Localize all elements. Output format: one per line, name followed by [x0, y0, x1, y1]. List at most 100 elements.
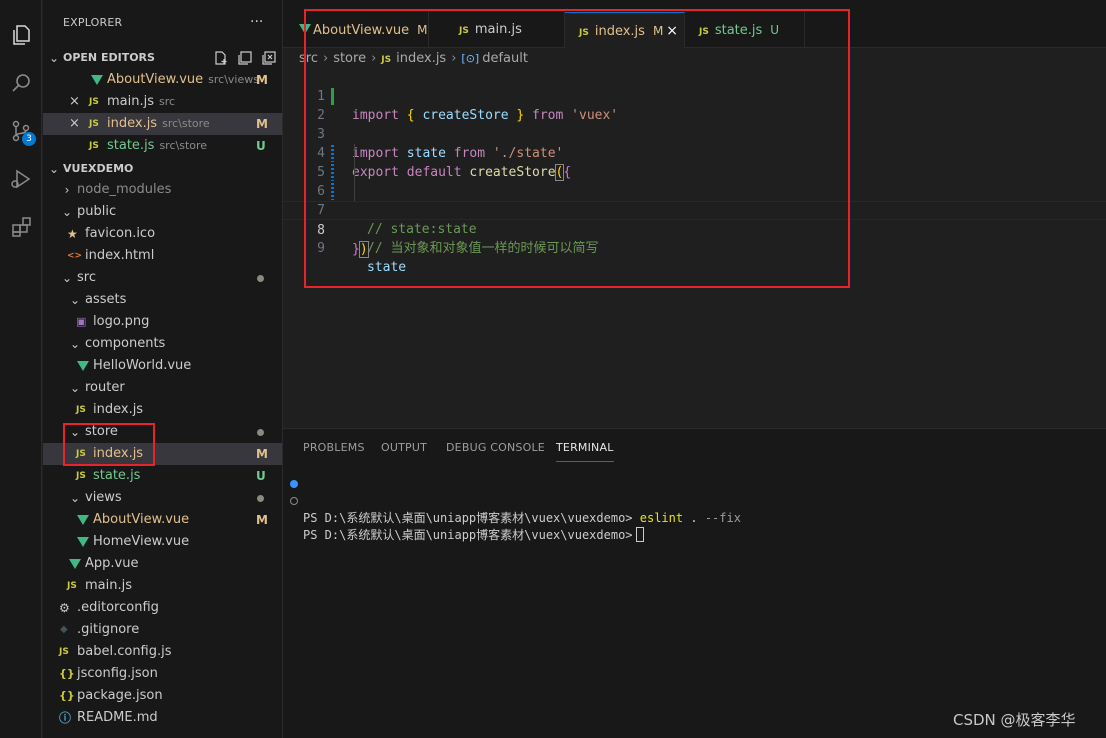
- more-actions-icon[interactable]: ···: [250, 12, 263, 32]
- chevron-down-icon: ⌄: [69, 491, 81, 505]
- folder-views[interactable]: ⌄ views: [43, 487, 282, 509]
- new-file-icon[interactable]: [213, 50, 229, 66]
- source-control-badge: 3: [22, 132, 36, 146]
- open-editor-item-active[interactable]: × JS index.js src\store M: [43, 113, 282, 135]
- vue-file-icon: [77, 515, 89, 525]
- file-store-state-js[interactable]: JS state.js U: [43, 465, 282, 487]
- terminal-prompt: PS D:\系统默认\桌面\uniapp博客素材\vuex\vuexdemo>: [303, 528, 633, 542]
- file-babel-config[interactable]: JS babel.config.js: [43, 641, 282, 663]
- tree-label: components: [85, 336, 166, 351]
- tree-label: views: [85, 490, 122, 505]
- file-main-js[interactable]: JS main.js: [43, 575, 282, 597]
- file-homeview-vue[interactable]: HomeView.vue: [43, 531, 282, 553]
- open-editor-label: AboutView.vue: [107, 72, 204, 87]
- open-editor-item[interactable]: JS state.js src\store U: [43, 135, 282, 157]
- chevron-down-icon: ⌄: [48, 162, 60, 176]
- folder-components[interactable]: ⌄ components: [43, 333, 282, 355]
- file-logo-png[interactable]: ▣ logo.png: [43, 311, 282, 333]
- open-editor-label: state.js: [107, 138, 155, 153]
- file-favicon[interactable]: ★ favicon.ico: [43, 223, 282, 245]
- open-editor-label: index.js: [107, 116, 158, 131]
- file-jsconfig[interactable]: {} jsconfig.json: [43, 663, 282, 685]
- git-icon: ◆: [60, 624, 68, 635]
- js-file-icon: JS: [59, 647, 69, 657]
- modified-badge: M: [256, 117, 268, 131]
- tab-terminal[interactable]: TERMINAL: [556, 441, 614, 462]
- open-editor-item[interactable]: AboutView.vue src\views M: [43, 69, 282, 91]
- save-all-icon[interactable]: [237, 50, 253, 66]
- close-icon[interactable]: ×: [69, 113, 80, 135]
- open-editors-header[interactable]: ⌄ OPEN EDITORS: [43, 47, 282, 69]
- tree-label: HomeView.vue: [93, 534, 190, 549]
- folder-src[interactable]: ⌄ src: [43, 267, 282, 289]
- tree-label: HelloWorld.vue: [93, 358, 192, 373]
- open-editor-path: src\store: [159, 139, 208, 152]
- tree-label: .gitignore: [77, 622, 140, 637]
- open-editors-title: OPEN EDITORS: [63, 51, 155, 64]
- annotation-box: [304, 9, 850, 288]
- modified-dot: [257, 429, 264, 436]
- close-icon[interactable]: ×: [69, 91, 80, 113]
- tree-label: AboutView.vue: [93, 512, 190, 527]
- tree-label: babel.config.js: [77, 644, 172, 659]
- open-editor-item[interactable]: × JS main.js src: [43, 91, 282, 113]
- tab-problems[interactable]: PROBLEMS: [303, 441, 365, 455]
- project-header[interactable]: ⌄ VUEXDEMO: [43, 158, 282, 180]
- html-file-icon: <>: [67, 251, 83, 261]
- vue-file-icon: [91, 75, 103, 85]
- open-editor-path: src\store: [162, 117, 210, 130]
- source-control-icon[interactable]: 3: [0, 110, 42, 152]
- tree-label: router: [85, 380, 125, 395]
- file-app-vue[interactable]: App.vue: [43, 553, 282, 575]
- file-gitignore[interactable]: ◆ .gitignore: [43, 619, 282, 641]
- untracked-badge: U: [256, 469, 266, 483]
- vue-file-icon: [77, 537, 89, 547]
- terminal-cursor: [635, 527, 644, 542]
- tab-debug-console[interactable]: DEBUG CONSOLE: [446, 441, 545, 455]
- file-readme[interactable]: ⓘ README.md: [43, 707, 282, 729]
- file-editorconfig[interactable]: ⚙ .editorconfig: [43, 597, 282, 619]
- chevron-down-icon: ⌄: [48, 51, 60, 65]
- explorer-title: EXPLORER: [63, 16, 123, 29]
- tree-label: jsconfig.json: [77, 666, 158, 681]
- file-aboutview-vue[interactable]: AboutView.vue M: [43, 509, 282, 531]
- modified-badge: M: [256, 513, 268, 527]
- folder-public[interactable]: ⌄ public: [43, 201, 282, 223]
- terminal-line[interactable]: PS D:\系统默认\桌面\uniapp博客素材\vuex\vuexdemo>: [283, 493, 1106, 542]
- tree-label: main.js: [85, 578, 132, 593]
- tree-label: package.json: [77, 688, 163, 703]
- gear-icon: ⚙: [59, 601, 70, 615]
- tree-label: logo.png: [93, 314, 150, 329]
- js-file-icon: JS: [76, 471, 86, 481]
- open-editor-path: src\views: [208, 73, 259, 86]
- bottom-panel: PROBLEMS OUTPUT DEBUG CONSOLE TERMINAL P…: [283, 428, 1106, 738]
- command-pending-icon: [290, 497, 298, 505]
- search-icon[interactable]: [0, 62, 42, 104]
- close-all-icon[interactable]: [261, 50, 277, 66]
- folder-router[interactable]: ⌄ router: [43, 377, 282, 399]
- chevron-down-icon: ⌄: [61, 271, 73, 285]
- file-helloworld-vue[interactable]: HelloWorld.vue: [43, 355, 282, 377]
- folder-node-modules[interactable]: › node_modules: [43, 179, 282, 201]
- tree-label: src: [77, 270, 96, 285]
- file-router-index-js[interactable]: JS index.js: [43, 399, 282, 421]
- extensions-icon[interactable]: [0, 206, 42, 248]
- tree-label: App.vue: [85, 556, 139, 571]
- terminal-line: PS D:\系统默认\桌面\uniapp博客素材\vuex\vuexdemo> …: [283, 476, 1106, 525]
- chevron-down-icon: ⌄: [61, 205, 73, 219]
- untracked-badge: U: [256, 139, 266, 153]
- run-debug-icon[interactable]: [0, 158, 42, 200]
- tab-output[interactable]: OUTPUT: [381, 441, 427, 455]
- tree-label: state.js: [93, 468, 141, 483]
- file-index-html[interactable]: <> index.html: [43, 245, 282, 267]
- file-package-json[interactable]: {} package.json: [43, 685, 282, 707]
- files-icon[interactable]: [0, 14, 42, 56]
- folder-assets[interactable]: ⌄ assets: [43, 289, 282, 311]
- modified-badge: M: [256, 73, 268, 87]
- tree-label: index.html: [85, 248, 155, 263]
- js-file-icon: JS: [67, 581, 77, 591]
- chevron-right-icon: ›: [64, 183, 70, 197]
- js-file-icon: JS: [89, 97, 99, 107]
- tree-label: README.md: [77, 710, 158, 725]
- json-file-icon: {}: [59, 689, 75, 702]
